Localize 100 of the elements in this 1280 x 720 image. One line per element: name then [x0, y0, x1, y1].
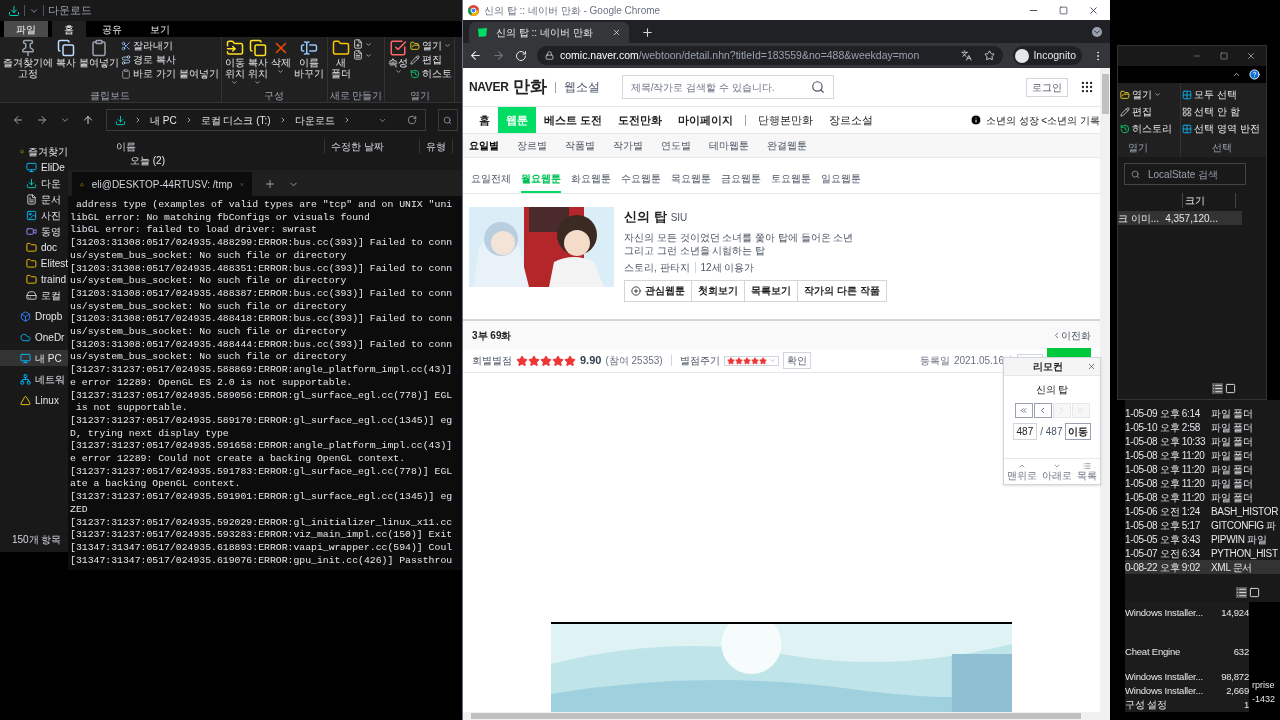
- subnav-tab[interactable]: 작품별: [565, 138, 595, 153]
- author-text[interactable]: SIU: [670, 210, 688, 225]
- url-text[interactable]: comic.naver.com/webtoon/detail.nhn?titleId=183559&no=488&weekday=mon: [560, 47, 920, 64]
- maximize-icon[interactable]: [1220, 52, 1228, 60]
- translate-icon[interactable]: [961, 50, 973, 61]
- sidebar-item[interactable]: Dropb: [0, 308, 68, 324]
- nav-tab[interactable]: 단행본만화: [750, 107, 822, 133]
- remote-nav-button[interactable]: 아래로: [1042, 462, 1072, 481]
- file-row[interactable]: 1-05-09 오후 6:14 파일 폴더: [1125, 406, 1280, 420]
- ribbon-small-button[interactable]: 경로 복사: [121, 53, 219, 66]
- confirm-button[interactable]: 확인: [782, 352, 811, 369]
- browser-tab[interactable]: 신의 탑 :: 네이버 만화: [469, 22, 629, 43]
- maximize-icon[interactable]: [1059, 5, 1068, 15]
- reload-icon[interactable]: [515, 49, 527, 62]
- sidebar-item[interactable]: EliDe: [0, 159, 68, 175]
- nav-tab[interactable]: 도전만화: [610, 107, 671, 133]
- login-button[interactable]: 로그인: [1026, 77, 1068, 97]
- file-row[interactable]: Cheat Engine 632: [1125, 634, 1249, 670]
- file-row[interactable]: 1-05-10 오후 2:58 파일 폴더: [1125, 420, 1280, 434]
- ribbon-button[interactable]: 붙여넣기: [78, 39, 120, 90]
- ribbon-tab[interactable]: 파일: [4, 21, 48, 37]
- recent-icon[interactable]: [60, 115, 70, 125]
- sidebar-item[interactable]: doc: [0, 239, 68, 255]
- file-row[interactable]: 0-08-22 오후 9:02 XML 문서: [1125, 560, 1280, 574]
- column-header[interactable]: 크기: [1182, 192, 1236, 208]
- close-icon[interactable]: [1087, 362, 1096, 371]
- ribbon-small-button[interactable]: 히스토리: [1120, 121, 1180, 136]
- subnav-tab[interactable]: 연도별: [661, 138, 691, 153]
- file-row[interactable]: 1-05-05 오후 3:43 PIPWIN 파일: [1125, 532, 1280, 546]
- details-view-icon[interactable]: [1212, 383, 1223, 394]
- file-row[interactable]: 1-05-08 오후 11:20 파일 폴더: [1125, 490, 1280, 504]
- file-row[interactable]: 1-05-08 오후 11:20 파일 폴더: [1125, 448, 1280, 462]
- sidebar-item[interactable]: 다운: [0, 175, 68, 191]
- scrollbar-thumb[interactable]: [1101, 74, 1109, 114]
- day-tab[interactable]: 요일전체: [471, 171, 511, 193]
- file-row[interactable]: 1-05-08 오후 5:17 GITCONFIG 파: [1125, 518, 1280, 532]
- tiles-view-icon[interactable]: [1225, 383, 1236, 394]
- day-tab[interactable]: 화요웹툰: [571, 171, 611, 193]
- refresh-icon[interactable]: [407, 115, 417, 125]
- ribbon-small-button[interactable]: 히스토: [410, 67, 453, 80]
- day-tab[interactable]: 금요웹툰: [721, 171, 761, 193]
- ribbon-small-button[interactable]: 선택 안 함: [1182, 104, 1266, 119]
- sidebar-item[interactable]: 로컬: [0, 287, 68, 303]
- apps-icon[interactable]: [1080, 80, 1094, 94]
- sidebar-item[interactable]: traind: [0, 271, 68, 287]
- scrollbar-thumb[interactable]: [471, 713, 1081, 719]
- back-icon[interactable]: [469, 49, 482, 62]
- ribbon-tab[interactable]: 공유: [90, 21, 134, 37]
- naver-logo[interactable]: NAVER: [469, 78, 509, 96]
- terminal-tab[interactable]: eli@DESKTOP-44RTUSV: /tmp: [72, 172, 252, 196]
- page-field[interactable]: 487: [1012, 423, 1038, 440]
- day-tab[interactable]: 수요웹툰: [621, 171, 661, 193]
- address-bar[interactable]: comic.naver.com/webtoon/detail.nhn?titleId=183559&no=488&weekday=mon: [537, 46, 1004, 65]
- nav-tab[interactable]: 마이페이지: [670, 107, 742, 133]
- column-header[interactable]: 이름: [110, 138, 325, 154]
- column-header[interactable]: 유형: [420, 138, 453, 154]
- remote-nav-button[interactable]: 목록: [1077, 462, 1098, 481]
- forward-icon[interactable]: [492, 49, 505, 62]
- sidebar-item[interactable]: 네트워: [0, 371, 68, 387]
- rating-select[interactable]: [723, 355, 779, 366]
- details-view-icon[interactable]: [1236, 586, 1247, 598]
- ribbon-small-button[interactable]: 열기: [410, 39, 453, 52]
- nav-tab[interactable]: 홈: [471, 107, 498, 133]
- ribbon-small-button[interactable]: 편집: [1120, 104, 1180, 119]
- ribbon-button[interactable]: 이름 바꾸기: [292, 39, 325, 90]
- section-title[interactable]: 만화: [512, 74, 547, 100]
- search-field[interactable]: LocalState 검색: [1124, 163, 1246, 185]
- ribbon-small-button[interactable]: 잘라내기: [121, 39, 219, 52]
- tiles-view-icon[interactable]: [1249, 586, 1260, 598]
- breadcrumb-item[interactable]: 내 PC: [150, 112, 177, 128]
- file-row[interactable]: 크 이미... 4,357,120...: [1118, 211, 1242, 225]
- file-row[interactable]: Windows Installer... 2,669: [1125, 684, 1249, 698]
- pager-button[interactable]: [1014, 403, 1033, 418]
- sidebar-item[interactable]: Linux: [0, 392, 68, 408]
- breadcrumb-item[interactable]: 로컬 디스크 (T:): [200, 112, 271, 128]
- sidebar-item[interactable]: Elitest: [0, 255, 68, 271]
- file-row[interactable]: Windows Installer... 14,924: [1125, 606, 1249, 634]
- sidebar-item[interactable]: 사진: [0, 207, 68, 223]
- sidebar-item[interactable]: OneDr: [0, 329, 68, 345]
- pager-button[interactable]: [1033, 403, 1052, 418]
- ribbon-button[interactable]: 새 폴더: [329, 39, 352, 90]
- close-icon[interactable]: [1246, 51, 1256, 61]
- ribbon-button[interactable]: 속성: [387, 39, 410, 90]
- remote-nav-button[interactable]: 맨위로: [1006, 462, 1037, 481]
- ribbon-button[interactable]: 삭제: [269, 39, 292, 90]
- prev-episode-link[interactable]: 이전화: [1052, 327, 1091, 343]
- file-row[interactable]: Windows Installer... 98,872: [1125, 670, 1249, 684]
- collapse-ribbon-icon[interactable]: [1232, 70, 1241, 79]
- file-row[interactable]: 구성 설정 1: [1125, 698, 1249, 712]
- subnav-tab[interactable]: 테마웹툰: [709, 138, 749, 153]
- day-tab[interactable]: 토요웹툰: [771, 171, 811, 193]
- up-icon[interactable]: [82, 114, 94, 126]
- notice-text[interactable]: 소년의 성장 <소년의 기록: [985, 112, 1100, 128]
- back-icon[interactable]: [12, 114, 24, 126]
- ribbon-small-button[interactable]: 편집: [410, 53, 453, 66]
- ribbon-button[interactable]: 즐겨찾기에 고정: [2, 39, 54, 90]
- ribbon-button[interactable]: 복사 위치: [246, 39, 269, 90]
- file-row[interactable]: 1-05-08 오후 11:20 파일 폴더: [1125, 476, 1280, 490]
- ribbon-small-button[interactable]: 선택 영역 반전: [1182, 121, 1266, 136]
- file-row[interactable]: 1-05-08 오후 10:33 파일 폴더: [1125, 434, 1280, 448]
